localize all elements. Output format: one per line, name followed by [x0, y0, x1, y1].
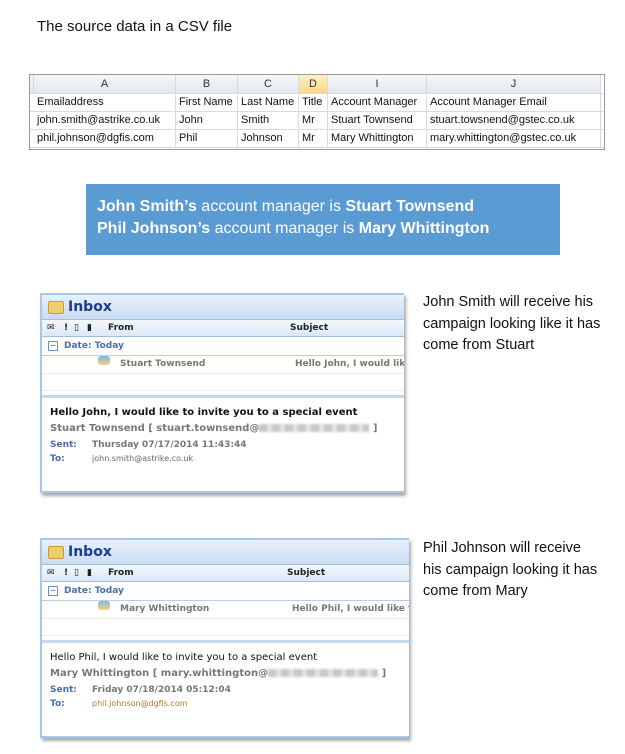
cell[interactable]: stuart.towsnend@gstec.co.uk — [427, 111, 601, 129]
cell[interactable]: Phil — [176, 129, 238, 147]
to-row: To: john.smith@astrike.co.uk — [50, 454, 194, 464]
envelope-icon: ✉ — [47, 323, 55, 333]
email-client-screenshot-2: Inbox ✉! ▯ ▮ From Subject − Date: Today Mar… — [40, 538, 409, 738]
sent-row: Sent: Thursday 07/17/2014 11:43:44 — [50, 440, 247, 450]
note-phil: Phil Johnson will receive his campaign l… — [423, 540, 598, 599]
header-cell[interactable]: First Name — [176, 93, 238, 111]
table-row: phil.johnson@dgfis.com Phil Johnson Mr M… — [30, 129, 604, 148]
column-headers: ✉! ▯ ▮ From Subject — [42, 320, 404, 337]
collapse-icon[interactable]: − — [48, 586, 58, 596]
cell[interactable]: Mr — [299, 111, 328, 129]
cell[interactable]: mary.whittington@gstec.co.uk — [427, 129, 601, 147]
table-row: Emailaddress First Name Last Name Title … — [30, 93, 604, 112]
envelope-icon: ✉ — [47, 568, 55, 578]
folder-icon — [48, 301, 64, 314]
table-row: john.smith@astrike.co.uk John Smith Mr S… — [30, 111, 604, 130]
email-client-screenshot-1: Inbox ✉! ▯ ▮ From Subject − Date: Today Stu… — [40, 293, 404, 493]
cell[interactable]: John — [176, 111, 238, 129]
page-icon: ▯ — [74, 323, 79, 333]
inbox-header: Inbox — [42, 540, 409, 565]
cell[interactable]: Johnson — [238, 129, 299, 147]
column-header-a[interactable]: A — [34, 75, 176, 93]
column-headers: ✉! ▯ ▮ From Subject — [42, 565, 409, 582]
column-header-d[interactable]: D — [299, 75, 328, 93]
header-cell[interactable]: Account Manager Email — [427, 93, 601, 111]
cell[interactable]: phil.johnson@dgfis.com — [34, 129, 176, 147]
column-header-c[interactable]: C — [238, 75, 299, 93]
cell[interactable]: Stuart Townsend — [328, 111, 427, 129]
column-subject[interactable]: Subject — [287, 565, 325, 581]
header-cell[interactable]: Emailaddress — [34, 93, 176, 111]
cell[interactable]: Mary Whittington — [328, 129, 427, 147]
message-from: Stuart Townsend [ stuart.townsend@ ] — [50, 423, 378, 434]
to-row: To: phil.johnson@dgfis.com — [50, 699, 188, 709]
column-from[interactable]: From — [108, 320, 134, 336]
date-group[interactable]: − Date: Today — [42, 582, 409, 601]
column-header-j[interactable]: J — [427, 75, 601, 93]
collapse-icon[interactable]: − — [48, 341, 58, 351]
section-title: The source data in a CSV file — [37, 18, 233, 35]
open-envelope-icon — [98, 356, 110, 365]
attachment-icon: ▮ — [87, 323, 92, 333]
banner-line-1: John Smith’s account manager is Stuart T… — [97, 198, 474, 215]
folder-icon — [48, 546, 64, 559]
message-row[interactable]: Mary Whittington Hello Phil, I would like… — [42, 601, 409, 619]
importance-icon: ! — [64, 568, 69, 578]
date-group[interactable]: − Date: Today — [42, 337, 404, 356]
importance-icon: ! — [64, 323, 69, 333]
cell[interactable]: Smith — [238, 111, 299, 129]
column-subject[interactable]: Subject — [290, 320, 328, 336]
cell[interactable]: john.smith@astrike.co.uk — [34, 111, 176, 129]
message-subject: Hello Phil, I would like to invite you t… — [50, 652, 318, 663]
message-from: Mary Whittington [ mary.whittington@ ] — [50, 668, 387, 679]
header-cell[interactable]: Title — [299, 93, 328, 111]
note-john: John Smith will receive his campaign loo… — [423, 294, 601, 353]
column-header-b[interactable]: B — [176, 75, 238, 93]
inbox-header: Inbox — [42, 295, 404, 320]
page-icon: ▯ — [74, 568, 79, 578]
column-header-row: A B C D I J — [30, 75, 604, 94]
header-cell[interactable]: Last Name — [238, 93, 299, 111]
open-envelope-icon — [98, 601, 110, 610]
header-cell[interactable]: Account Manager — [328, 93, 427, 111]
summary-banner: John Smith’s account manager is Stuart T… — [86, 184, 560, 255]
sent-row: Sent: Friday 07/18/2014 05:12:04 — [50, 685, 231, 695]
attachment-icon: ▮ — [87, 568, 92, 578]
cell[interactable]: Mr — [299, 129, 328, 147]
column-header-i[interactable]: I — [328, 75, 427, 93]
message-row[interactable]: Stuart Townsend Hello John, I would lik — [42, 356, 404, 374]
spreadsheet: A B C D I J Emailaddress First Name Last… — [29, 74, 605, 150]
banner-line-2: Phil Johnson’s account manager is Mary W… — [97, 220, 490, 237]
message-subject: Hello John, I would like to invite you t… — [50, 407, 358, 418]
redacted-domain — [268, 669, 379, 677]
column-from[interactable]: From — [108, 565, 134, 581]
redacted-domain — [259, 424, 370, 432]
